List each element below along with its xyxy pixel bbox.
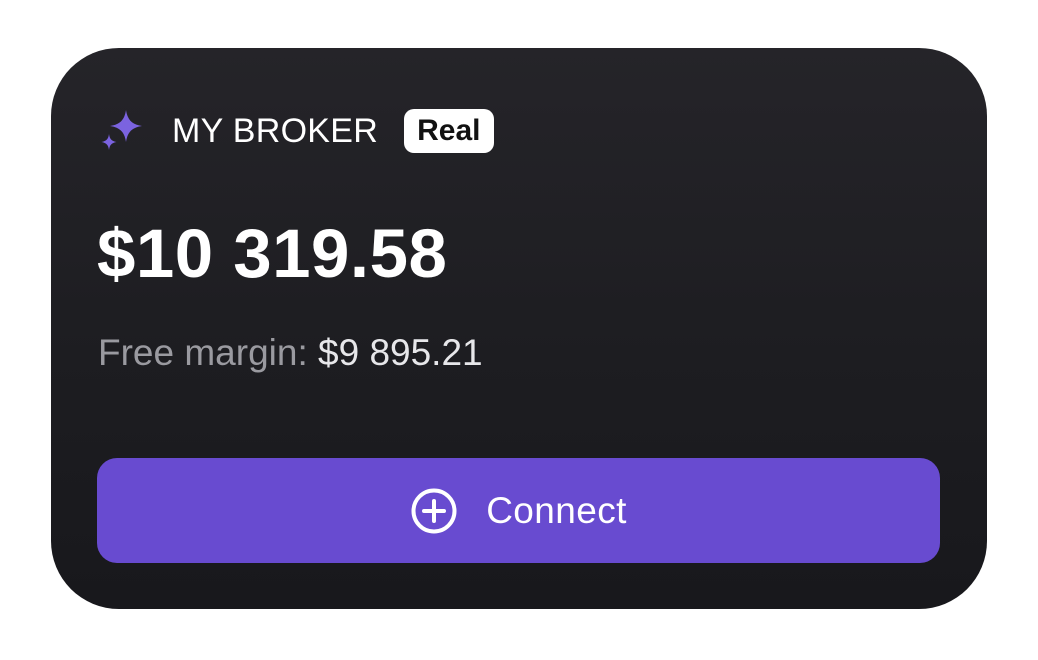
account-balance: $10 319.58 xyxy=(97,215,448,292)
connect-button[interactable]: Connect xyxy=(97,458,940,563)
free-margin: Free margin: $9 895.21 xyxy=(98,331,483,375)
sparkle-icon xyxy=(101,110,142,150)
plus-circle-icon xyxy=(411,488,457,533)
free-margin-label: Free margin: xyxy=(98,332,308,373)
broker-name: MY BROKER xyxy=(172,111,379,150)
connect-button-label: Connect xyxy=(486,489,627,531)
account-type-badge: Real xyxy=(404,109,494,153)
card-header: MY BROKER Real xyxy=(98,106,494,156)
broker-account-card: MY BROKER Real $10 319.58 Free margin: $… xyxy=(51,48,987,609)
free-margin-value: $9 895.21 xyxy=(318,332,483,373)
